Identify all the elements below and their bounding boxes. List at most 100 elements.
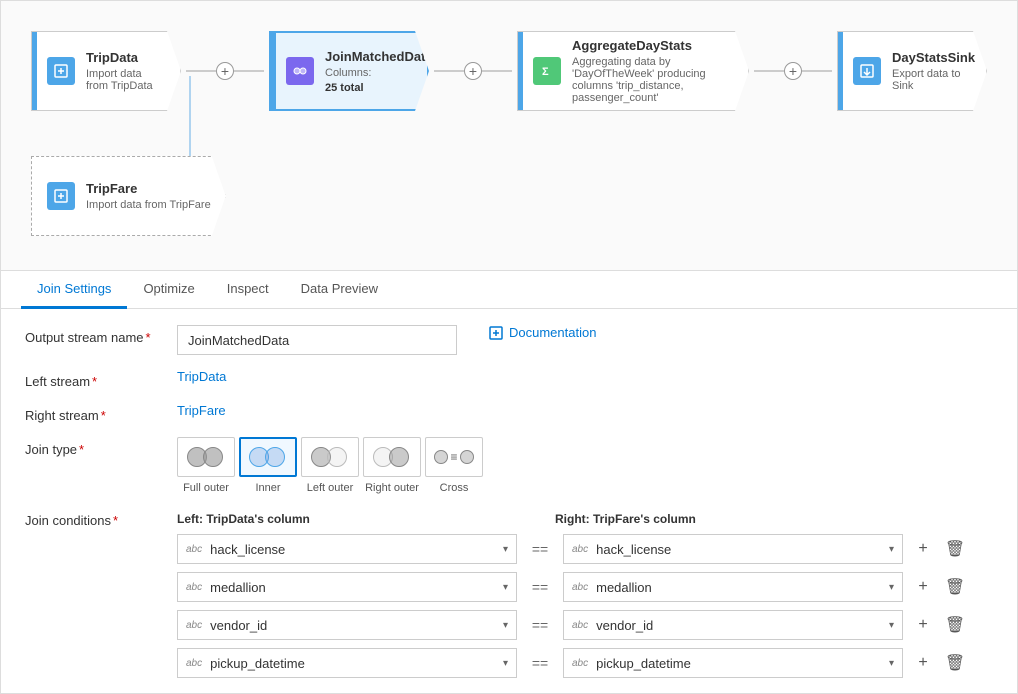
node-aggregatedaystats[interactable]: Σ AggregateDayStats Aggregating data by … [517, 31, 749, 111]
documentation-link[interactable]: Documentation [489, 325, 596, 340]
join-conditions-label: Join conditions* [25, 508, 165, 528]
join-type-inner[interactable]: Inner [239, 437, 297, 494]
aggregate-node-icon: Σ [532, 56, 562, 86]
right-stream-value[interactable]: TripFare [177, 403, 226, 418]
full-outer-right [203, 447, 223, 467]
left-select-0[interactable]: abc hack_license ▾ [177, 534, 517, 564]
dropdown-arrow-1: ▾ [503, 582, 508, 593]
join-type-left-outer[interactable]: Left outer [301, 437, 359, 494]
dropdown-arrow-2: ▾ [503, 620, 508, 631]
abc-badge-r2: abc [572, 620, 588, 631]
left-select-3[interactable]: abc pickup_datetime ▾ [177, 648, 517, 678]
left-stream-row: Left stream* TripData [25, 369, 993, 389]
abc-badge-1: abc [186, 582, 202, 593]
right-outer-label: Right outer [365, 482, 419, 494]
pipeline-row-main: TripData Import data from TripData + [31, 31, 987, 111]
right-value-3: pickup_datetime [596, 656, 889, 671]
right-select-1[interactable]: abc medallion ▾ [563, 572, 903, 602]
join-icon [286, 57, 314, 85]
left-select-2[interactable]: abc vendor_id ▾ [177, 610, 517, 640]
join-content: JoinMatchedData Columns: 25 total [315, 49, 433, 94]
right-value-1: medallion [596, 580, 889, 595]
abc-badge-r3: abc [572, 658, 588, 669]
cross-label: Cross [440, 482, 469, 494]
required-star-3: * [101, 408, 106, 423]
right-select-0[interactable]: abc hack_license ▾ [563, 534, 903, 564]
abc-badge-r1: abc [572, 582, 588, 593]
add-step-2[interactable]: + [464, 62, 482, 80]
output-stream-input[interactable] [177, 325, 457, 355]
delete-condition-2[interactable]: 🗑 [943, 613, 967, 637]
node-joinmatcheddata[interactable]: JoinMatchedData Columns: 25 total [269, 31, 429, 111]
sink-subtitle: Export data to Sink [892, 68, 975, 92]
svg-text:Σ: Σ [542, 66, 549, 78]
tab-data-preview[interactable]: Data Preview [285, 271, 394, 309]
left-stream-label: Left stream* [25, 369, 165, 389]
abc-badge-0: abc [186, 544, 202, 555]
left-value-1: medallion [210, 580, 503, 595]
tripdata-title: TripData [86, 50, 166, 65]
join-type-options: Full outer Inner [177, 437, 483, 494]
right-outer-wrap [363, 437, 421, 477]
delete-condition-3[interactable]: 🗑 [943, 651, 967, 675]
eq-sign-3: == [525, 655, 555, 671]
aggregate-subtitle: Aggregating data by 'DayOfTheWeek' produ… [572, 56, 734, 104]
tripdata-content: TripData Import data from TripData [76, 50, 166, 92]
add-condition-0[interactable]: + [911, 537, 935, 561]
inner-right [265, 447, 285, 467]
join-type-right-outer[interactable]: Right outer [363, 437, 421, 494]
join-type-row: Join type* Full outer [25, 437, 993, 494]
condition-row-1: abc medallion ▾ == abc medallion ▾ + 🗑 [177, 572, 967, 602]
left-value-3: pickup_datetime [210, 656, 503, 671]
eq-sign-0: == [525, 541, 555, 557]
tripfare-area: TripFare Import data from TripFare [31, 156, 226, 236]
import-icon [47, 57, 75, 85]
right-outer-right [389, 447, 409, 467]
tripfare-title: TripFare [86, 181, 211, 196]
tripdata-subtitle: Import data from TripData [86, 68, 166, 92]
tab-join-settings[interactable]: Join Settings [21, 271, 127, 309]
join-type-full-outer[interactable]: Full outer [177, 437, 235, 494]
doc-icon [489, 326, 503, 340]
right-column-header: Right: TripFare's column [555, 512, 895, 526]
inner-wrap [239, 437, 297, 477]
add-condition-3[interactable]: + [911, 651, 935, 675]
tab-optimize[interactable]: Optimize [127, 271, 210, 309]
dropdown-arrow-r3: ▾ [889, 658, 894, 669]
cross-wrap: ≡ [425, 437, 483, 477]
tripfare-icon [46, 181, 76, 211]
node-tripfare[interactable]: TripFare Import data from TripFare [31, 156, 226, 236]
left-value-0: hack_license [210, 542, 503, 557]
tab-inspect[interactable]: Inspect [211, 271, 285, 309]
add-step-1[interactable]: + [216, 62, 234, 80]
left-stream-value[interactable]: TripData [177, 369, 226, 384]
full-outer-venn [187, 445, 225, 469]
add-condition-2[interactable]: + [911, 613, 935, 637]
arrow-line-2 [434, 70, 464, 72]
abc-badge-r0: abc [572, 544, 588, 555]
delete-condition-0[interactable]: 🗑 [943, 537, 967, 561]
arrow-line-2b [482, 70, 512, 72]
dropdown-arrow-0: ▾ [503, 544, 508, 555]
node-active-bar [271, 33, 276, 109]
full-outer-wrap [177, 437, 235, 477]
left-select-1[interactable]: abc medallion ▾ [177, 572, 517, 602]
right-value-2: vendor_id [596, 618, 889, 633]
aggregate-title: AggregateDayStats [572, 38, 734, 53]
arrow-line-3 [754, 70, 784, 72]
add-condition-1[interactable]: + [911, 575, 935, 599]
delete-condition-1[interactable]: 🗑 [943, 575, 967, 599]
node-daystatssink[interactable]: DayStatsSink Export data to Sink [837, 31, 987, 111]
sink-title: DayStatsSink [892, 50, 975, 65]
node-tripdata[interactable]: TripData Import data from TripData [31, 31, 181, 111]
join-type-cross[interactable]: ≡ Cross [425, 437, 483, 494]
add-step-3[interactable]: + [784, 62, 802, 80]
condition-row-2: abc vendor_id ▾ == abc vendor_id ▾ + 🗑 [177, 610, 967, 640]
left-outer-label: Left outer [307, 482, 353, 494]
right-select-2[interactable]: abc vendor_id ▾ [563, 610, 903, 640]
output-stream-row: Output stream name* Documentation [25, 325, 993, 355]
right-select-3[interactable]: abc pickup_datetime ▾ [563, 648, 903, 678]
vertical-connector [189, 76, 191, 156]
right-value-0: hack_license [596, 542, 889, 557]
tripfare-subtitle: Import data from TripFare [86, 199, 211, 211]
